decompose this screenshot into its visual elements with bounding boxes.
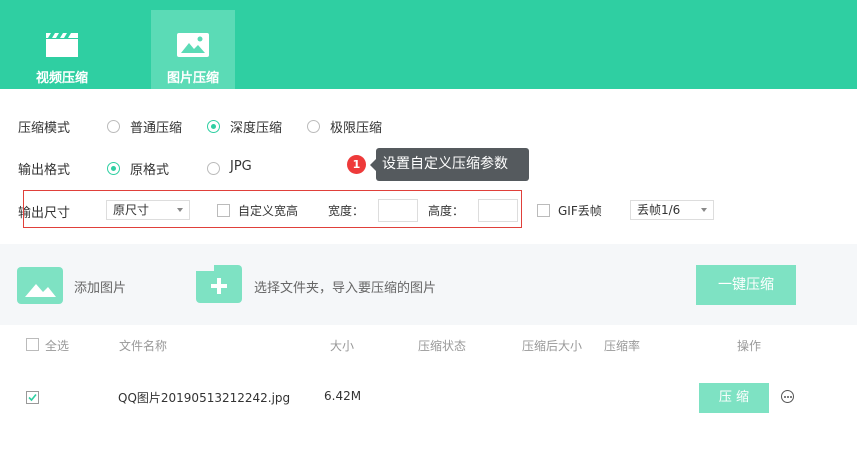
select-folder-button[interactable]: 选择文件夹，导入要压缩的图片 — [254, 277, 436, 296]
tab-label: 图片压缩 — [166, 71, 219, 86]
radio-extreme[interactable] — [307, 120, 320, 133]
output-format-label: 输出格式 — [18, 163, 71, 178]
one-key-compress-button[interactable]: 一键压缩 — [696, 265, 796, 305]
col-rate: 压缩率 — [604, 339, 641, 353]
row-checkbox[interactable] — [26, 391, 39, 404]
chevron-down-icon — [701, 208, 707, 212]
gif-frame-value: 丢帧1/6 — [637, 203, 681, 217]
video-icon — [45, 32, 79, 62]
option-extreme: 极限压缩 — [330, 121, 383, 136]
row-size: 6.42M — [324, 389, 362, 403]
option-jpg: JPG — [230, 159, 252, 174]
tab-video-compress[interactable]: 视频压缩 — [20, 10, 104, 89]
gif-drop-label: GIF丢帧 — [558, 204, 602, 218]
image-icon — [176, 32, 210, 62]
radio-deep[interactable] — [207, 120, 220, 133]
top-tab-bar: 视频压缩 图片压缩 — [0, 0, 857, 89]
select-all-checkbox[interactable] — [26, 338, 39, 351]
col-action: 操作 — [737, 339, 762, 353]
gif-drop-checkbox[interactable] — [537, 204, 550, 217]
select-all-label: 全选 — [45, 339, 70, 353]
col-after-size: 压缩后大小 — [522, 339, 583, 353]
gif-frame-select[interactable]: 丢帧1/6 — [630, 200, 714, 220]
tab-label: 视频压缩 — [35, 71, 88, 86]
highlight-frame — [23, 190, 522, 228]
more-options-icon[interactable] — [781, 390, 794, 403]
add-folder-icon[interactable] — [196, 265, 242, 303]
row-filename: QQ图片20190513212242.jpg — [118, 391, 291, 405]
col-filename: 文件名称 — [119, 339, 168, 353]
radio-original-format[interactable] — [107, 162, 120, 175]
tab-image-compress[interactable]: 图片压缩 — [151, 10, 235, 89]
col-status: 压缩状态 — [418, 339, 467, 353]
radio-jpg[interactable] — [207, 162, 220, 175]
option-deep: 深度压缩 — [230, 121, 283, 136]
row-compress-button[interactable]: 压 缩 — [699, 383, 769, 413]
add-image-button[interactable]: 添加图片 — [74, 277, 126, 296]
add-image-icon[interactable] — [17, 267, 63, 304]
col-size: 大小 — [330, 339, 355, 353]
hint-tooltip: 设置自定义压缩参数 — [370, 148, 529, 181]
step-badge: 1 — [347, 155, 366, 174]
option-original-format: 原格式 — [130, 163, 170, 178]
option-normal: 普通压缩 — [130, 121, 183, 136]
compress-mode-label: 压缩模式 — [18, 121, 71, 136]
radio-normal[interactable] — [107, 120, 120, 133]
